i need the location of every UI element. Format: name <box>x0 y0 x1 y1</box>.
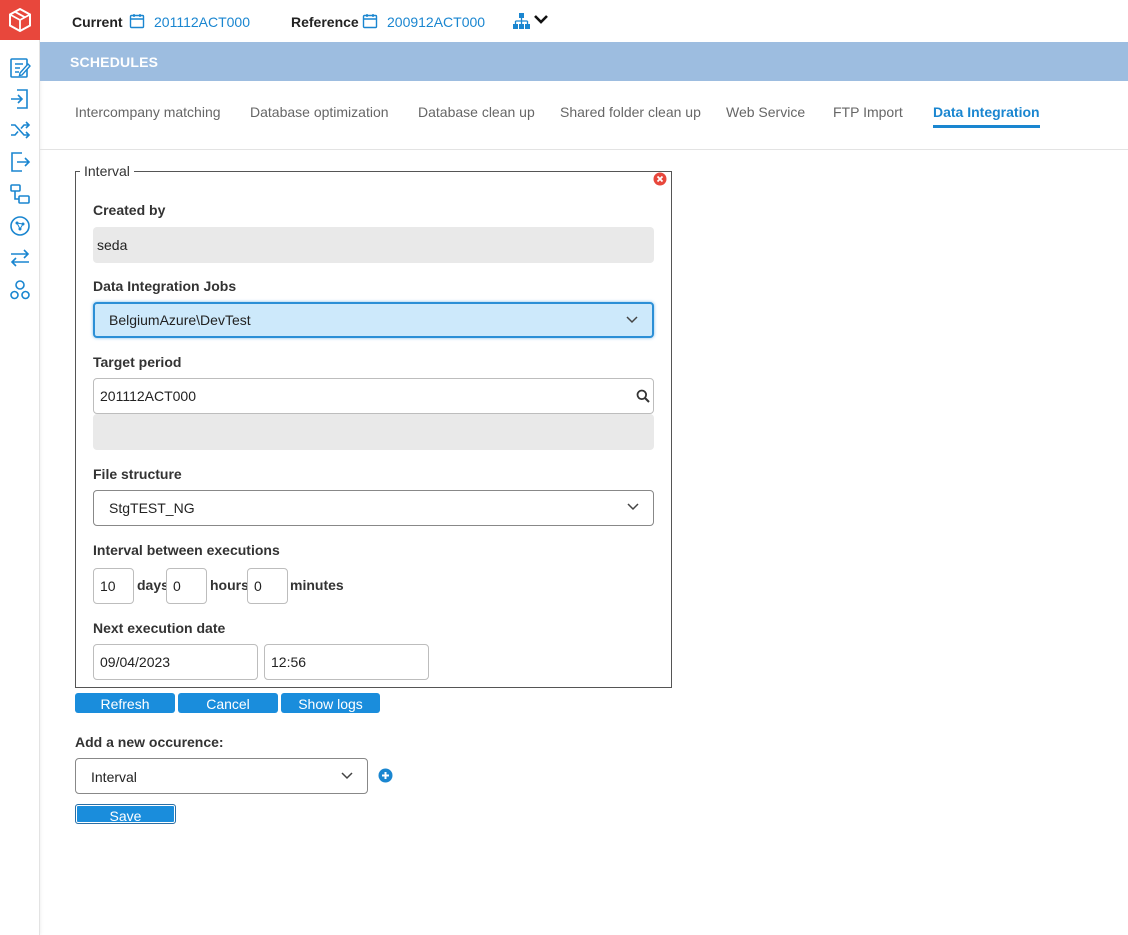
chevron-down-icon <box>626 316 638 324</box>
current-period-link[interactable]: 201112ACT000 <box>154 14 250 30</box>
top-bar: Current 201112ACT000 Reference 200912ACT… <box>40 0 1128 42</box>
sign-in-icon[interactable] <box>8 87 32 111</box>
tab-data-integration[interactable]: Data Integration <box>933 104 1040 128</box>
tab-shared-folder-clean-up[interactable]: Shared folder clean up <box>560 104 701 120</box>
jobs-select-value: BelgiumAzure\DevTest <box>109 312 251 328</box>
globe-network-icon[interactable] <box>8 214 32 238</box>
reference-label: Reference <box>291 14 359 30</box>
file-structure-label: File structure <box>93 466 182 482</box>
file-structure-select[interactable]: StgTEST_NG <box>93 490 654 526</box>
app-logo[interactable] <box>0 0 40 40</box>
chevron-down-icon <box>627 503 639 511</box>
next-execution-label: Next execution date <box>93 620 226 636</box>
flow-icon[interactable] <box>8 182 32 206</box>
sign-out-icon[interactable] <box>8 150 32 174</box>
calendar-icon[interactable] <box>129 13 145 29</box>
target-period-input[interactable]: 201112ACT000 <box>93 378 654 414</box>
calendar-icon[interactable] <box>362 13 378 29</box>
org-chart-icon <box>513 13 548 29</box>
tab-ftp-import[interactable]: FTP Import <box>833 104 903 120</box>
tab-intercompany-matching[interactable]: Intercompany matching <box>75 104 221 120</box>
left-sidebar <box>0 0 40 935</box>
minutes-input[interactable]: 0 <box>247 568 288 604</box>
chevron-down-icon <box>341 772 353 780</box>
interval-fieldset: Interval Created by seda Data Integratio… <box>75 163 672 688</box>
minutes-label: minutes <box>290 577 344 593</box>
tab-web-service[interactable]: Web Service <box>726 104 805 120</box>
fieldset-legend: Interval <box>80 163 134 179</box>
hours-input[interactable]: 0 <box>166 568 207 604</box>
current-label: Current <box>72 14 123 30</box>
report-edit-icon[interactable] <box>8 56 32 80</box>
hours-label: hours <box>210 577 249 593</box>
chevron-down-icon <box>534 15 548 24</box>
section-header: SCHEDULES <box>40 42 1128 81</box>
jobs-label: Data Integration Jobs <box>93 278 237 294</box>
days-label: days <box>137 577 169 593</box>
target-period-description <box>93 414 654 450</box>
cancel-button[interactable]: Cancel <box>178 693 278 713</box>
target-period-value: 201112ACT000 <box>100 388 196 404</box>
transfer-icon[interactable] <box>8 246 32 270</box>
shuffle-icon[interactable] <box>8 118 32 142</box>
jobs-select[interactable]: BelgiumAzure\DevTest <box>93 302 654 338</box>
section-title: SCHEDULES <box>70 54 159 70</box>
tab-bar: Intercompany matching Database optimizat… <box>40 81 1128 150</box>
occurrence-type-value: Interval <box>91 769 137 785</box>
created-by-label: Created by <box>93 202 166 218</box>
days-input[interactable]: 10 <box>93 568 134 604</box>
close-icon[interactable] <box>653 172 667 186</box>
org-chart-dropdown[interactable] <box>512 11 552 36</box>
reference-period-link[interactable]: 200912ACT000 <box>387 14 485 30</box>
target-period-label: Target period <box>93 354 182 370</box>
next-execution-time-input[interactable]: 12:56 <box>264 644 429 680</box>
add-circle-icon[interactable] <box>378 768 393 783</box>
search-icon[interactable] <box>636 389 650 403</box>
cube-logo-icon <box>9 8 31 32</box>
show-logs-button[interactable]: Show logs <box>281 693 380 713</box>
save-button[interactable]: Save <box>75 804 176 824</box>
refresh-button[interactable]: Refresh <box>75 693 175 713</box>
next-execution-date-input[interactable]: 09/04/2023 <box>93 644 258 680</box>
file-structure-value: StgTEST_NG <box>109 500 195 516</box>
tab-database-optimization[interactable]: Database optimization <box>250 104 389 120</box>
created-by-field: seda <box>93 227 654 263</box>
occurrence-type-select[interactable]: Interval <box>75 758 368 794</box>
cluster-icon[interactable] <box>8 278 32 302</box>
interval-label: Interval between executions <box>93 542 280 558</box>
add-occurrence-label: Add a new occurence: <box>75 734 224 750</box>
tab-database-clean-up[interactable]: Database clean up <box>418 104 535 120</box>
